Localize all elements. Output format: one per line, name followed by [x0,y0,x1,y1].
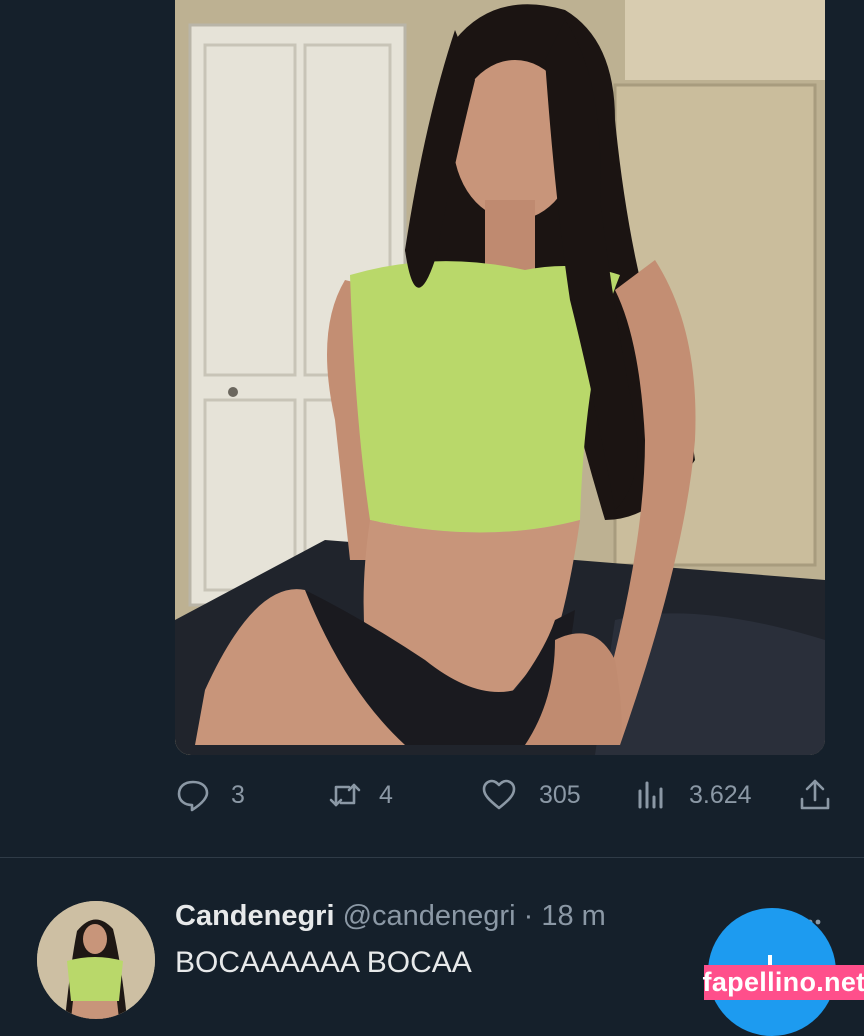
reply-count: 3 [231,780,245,809]
heart-icon [481,777,517,813]
tweet-media-image[interactable] [175,0,825,755]
watermark-label: fapellino.net [703,965,864,1000]
reply-header: Candenegri @candenegri · 18 m [175,900,606,933]
dot-separator: · [523,900,534,932]
reply-button[interactable]: 3 [175,772,245,818]
user-handle[interactable]: @candenegri [343,900,516,932]
views-count: 3.624 [689,780,752,809]
timestamp[interactable]: 18 m [541,900,605,932]
display-name[interactable]: Candenegri [175,900,335,932]
like-count: 305 [539,780,581,809]
avatar[interactable] [37,901,155,1019]
reply-bubble-icon [175,777,211,813]
share-button[interactable] [797,772,833,818]
views-button[interactable]: 3.624 [633,772,752,818]
tweet-action-bar: 3 4 305 3.624 [175,772,835,818]
retweet-count: 4 [379,780,393,809]
retweet-icon [327,777,363,813]
like-button[interactable]: 305 [481,772,581,818]
views-bar-chart-icon [633,777,669,813]
retweet-button[interactable]: 4 [327,772,393,818]
share-upload-icon [797,777,833,813]
reply-text: BOCAAAAAA BOCAA [175,946,472,979]
